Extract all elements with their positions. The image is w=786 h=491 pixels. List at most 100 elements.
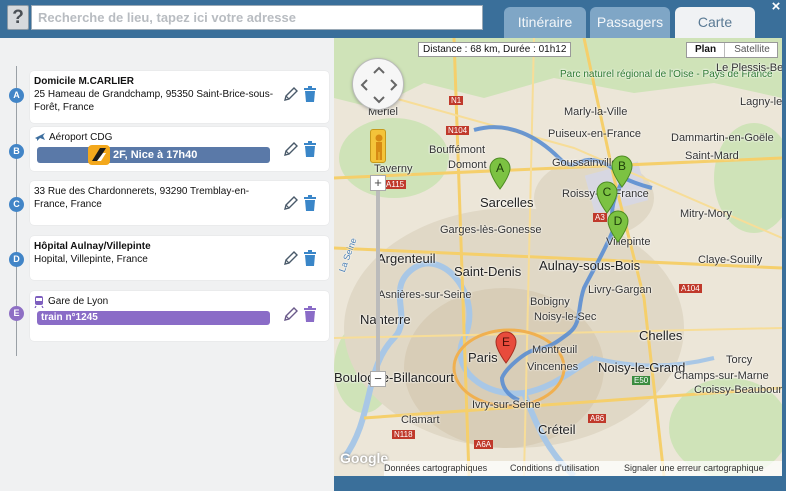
map-label: Créteil — [538, 422, 576, 437]
airline-logo-icon — [88, 145, 110, 165]
search-input[interactable] — [31, 5, 483, 30]
pan-control[interactable] — [352, 58, 404, 110]
plane-icon — [35, 133, 45, 141]
distance-info: Distance : 68 km, Durée : 01h12 — [418, 42, 572, 57]
map-label: Croissy-Beaubourg — [694, 384, 782, 396]
map-pin-e[interactable]: E — [494, 330, 518, 364]
stop-title: Domicile M.CARLIER — [34, 76, 135, 87]
top-bar: ? Itinéraire Passagers Carte × — [0, 0, 786, 38]
map-label: Nanterre — [360, 312, 411, 327]
stop-address: 25 Hameau de Grandchamp, 95350 Saint-Bri… — [34, 89, 274, 113]
tab-passagers[interactable]: Passagers — [590, 7, 670, 38]
svg-text:A: A — [496, 161, 504, 175]
stop-text: Hôpital Aulnay/Villepinte Hopital, Ville… — [34, 240, 274, 266]
map-label: Saint-Denis — [454, 264, 522, 279]
street-view-pegman-icon[interactable] — [370, 129, 386, 163]
trash-icon[interactable] — [303, 306, 317, 322]
trash-icon[interactable] — [303, 141, 317, 157]
terms-link[interactable]: Conditions d'utilisation — [510, 461, 599, 476]
map-label: Lagny-le-Sec — [740, 96, 782, 108]
road-shield: N1 — [449, 96, 464, 105]
map-pin-a[interactable]: A — [488, 156, 512, 190]
stop-marker-a: A — [9, 88, 24, 103]
map-label: Marly-la-Ville — [564, 106, 628, 118]
stop-marker-b: B — [9, 144, 24, 159]
stop-text: Gare de Lyon — [48, 295, 288, 308]
map-label: Argenteuil — [377, 251, 436, 266]
zoom-out-button[interactable]: − — [370, 371, 386, 387]
map-label: Parc naturel régional de l'Oise - Pays d… — [560, 69, 773, 80]
train-pill: train n°1245 — [37, 311, 270, 325]
train-icon — [34, 296, 44, 308]
map-label: Le Plessis-Belleville — [716, 62, 782, 74]
map-label: Vincennes — [527, 361, 579, 373]
stop-title: Hôpital Aulnay/Villepinte — [34, 241, 151, 252]
map-footer: Données cartographiques Conditions d'uti… — [384, 461, 782, 476]
map-label: Livry-Gargan — [588, 284, 652, 296]
stop-marker-d: D — [9, 252, 24, 267]
pencil-icon[interactable] — [283, 86, 299, 102]
map-label: Asnières-sur-Seine — [378, 289, 472, 301]
trash-icon[interactable] — [303, 195, 317, 211]
map-label: Champs-sur-Marne — [674, 370, 769, 382]
map-label: Domont — [448, 159, 487, 171]
svg-text:D: D — [614, 214, 623, 228]
zoom-in-button[interactable]: + — [370, 175, 386, 191]
stop-card-b[interactable]: Aéroport CDG 2F, Nice à 17h40 — [30, 127, 329, 171]
road-shield: A115 — [384, 180, 407, 189]
map-type-plan-button[interactable]: Plan — [687, 43, 725, 57]
flight-info: 2F, Nice à 17h40 — [113, 149, 198, 161]
stop-address: 33 Rue des Chardonnerets, 93290 Tremblay… — [34, 186, 250, 210]
report-error-link[interactable]: Signaler une erreur cartographique — [624, 461, 764, 476]
stop-marker-e: E — [9, 306, 24, 321]
stop-text: 33 Rue des Chardonnerets, 93290 Tremblay… — [34, 185, 274, 211]
map-label: Aulnay-sous-Bois — [539, 258, 641, 273]
stop-title: Aéroport CDG — [49, 132, 113, 143]
flight-pill: 2F, Nice à 17h40 — [37, 145, 270, 165]
stop-card-e[interactable]: Gare de Lyon train n°1245 — [30, 291, 329, 341]
trash-icon[interactable] — [303, 86, 317, 102]
google-logo: Google — [340, 450, 389, 466]
stop-address: Hopital, Villepinte, France — [34, 254, 148, 265]
stop-marker-c: C — [9, 197, 24, 212]
road-shield: A86 — [588, 414, 607, 423]
map-label: Torcy — [726, 354, 753, 366]
map-label: Sarcelles — [480, 195, 534, 210]
map-label: Taverny — [374, 163, 413, 175]
map-label: Boulogne-Billancourt — [334, 370, 454, 385]
map-label: Clamart — [401, 414, 440, 426]
road-shield: A3 — [593, 213, 607, 222]
road-shield: A104 — [679, 284, 702, 293]
map-label: Garges-lès-Gonesse — [440, 224, 542, 236]
map-data-link[interactable]: Données cartographiques — [384, 461, 487, 476]
map-view[interactable]: Mériel Parc naturel régional de l'Oise -… — [334, 38, 782, 476]
map-label: Montreuil — [532, 344, 578, 356]
map-label: Saint-Mard — [685, 150, 739, 162]
tab-itineraire[interactable]: Itinéraire — [504, 7, 586, 38]
road-shield: A6A — [474, 440, 494, 449]
tab-carte[interactable]: Carte — [675, 7, 755, 38]
svg-text:E: E — [502, 335, 510, 349]
stop-title: Gare de Lyon — [48, 296, 109, 307]
pencil-icon[interactable] — [283, 306, 299, 322]
map-label: Dammartin-en-Goële — [671, 132, 774, 144]
pencil-icon[interactable] — [283, 250, 299, 266]
stop-card-c[interactable]: 33 Rue des Chardonnerets, 93290 Tremblay… — [30, 181, 329, 225]
map-label: Noisy-le-Grand — [598, 360, 686, 375]
close-button[interactable]: × — [769, 0, 783, 14]
map-pin-d[interactable]: D — [606, 209, 630, 243]
trash-icon[interactable] — [303, 250, 317, 266]
zoom-slider[interactable] — [376, 191, 380, 371]
map-label: Puiseux-en-France — [548, 128, 641, 140]
map-label: Mitry-Mory — [680, 208, 732, 220]
pencil-icon[interactable] — [283, 141, 299, 157]
map-type-satellite-button[interactable]: Satellite — [726, 43, 778, 57]
stop-card-a[interactable]: Domicile M.CARLIER 25 Hameau de Grandcha… — [30, 71, 329, 123]
pencil-icon[interactable] — [283, 195, 299, 211]
road-shield: N104 — [446, 126, 470, 135]
map-label: Chelles — [639, 328, 683, 343]
map-type-control: Plan Satellite — [686, 42, 778, 58]
stop-card-d[interactable]: Hôpital Aulnay/Villepinte Hopital, Ville… — [30, 236, 329, 280]
help-button[interactable]: ? — [7, 5, 29, 30]
stop-text: Domicile M.CARLIER 25 Hameau de Grandcha… — [34, 75, 274, 114]
